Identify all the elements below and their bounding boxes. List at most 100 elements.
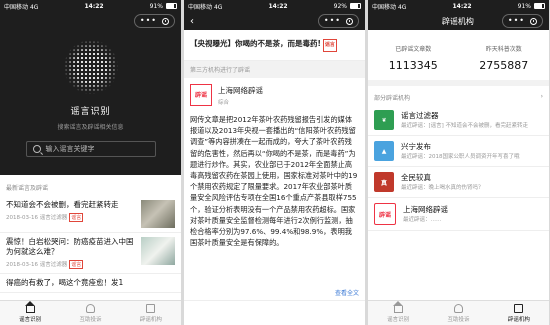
news-title: 不知道会不会被删，看完赶紧转走: [6, 200, 119, 209]
org-item[interactable]: ▲ 兴宁发布 最近辟谣：2018国家公职人员调资开年写喜了哦: [368, 136, 549, 167]
rumor-tag: 谣言: [322, 39, 337, 52]
rumor-tag: 谣言: [69, 260, 84, 269]
search-input[interactable]: 输入谣言关键字: [25, 141, 156, 157]
tab-complaint[interactable]: 互助投诉: [428, 301, 488, 325]
back-arrow-icon[interactable]: ‹: [190, 16, 194, 27]
news-date: 2018-03-16: [6, 262, 38, 268]
org-item[interactable]: 真 全民较真最近辟谣：晚上喝水真的伤肾吗？: [368, 167, 549, 198]
close-target-icon[interactable]: [346, 17, 353, 25]
dotted-sphere-logo: [63, 40, 118, 94]
stat-label: 昨天科普次数: [485, 46, 522, 53]
tab-bar: 谣言识别 互助投诉 辟谣机构: [0, 300, 181, 325]
org-desc: 最近辟谣：2018国家公职人员调资开年写喜了哦: [401, 154, 520, 160]
news-date: 2018-03-16: [6, 215, 38, 221]
org-item[interactable]: ❦ 谣言过滤器最近辟谣：[谣言] 不知道会不会被删，看完赶紧转走: [368, 105, 549, 136]
miniprogram-capsule[interactable]: •••: [133, 14, 175, 28]
nav-title: 辟谣机构: [441, 16, 474, 26]
document-icon: [146, 303, 156, 313]
tab-label: 互助投诉: [447, 316, 470, 323]
org-desc: 最近辟谣：[谣言] 不知道会不会被删，看完赶紧转走: [401, 123, 529, 129]
home-icon: [24, 300, 35, 313]
clock: 14:22: [452, 2, 472, 10]
stats: 已辟谣文章数 1113345 昨天科普次数 2755887: [368, 30, 549, 86]
tab-rumor-identify[interactable]: 谣言识别: [0, 300, 60, 325]
more-icon[interactable]: •••: [324, 17, 341, 25]
tab-label: 辟谣机构: [139, 316, 162, 323]
battery-icon: [349, 3, 361, 9]
miniprogram-capsule[interactable]: •••: [317, 14, 359, 28]
miniprogram-capsule[interactable]: •••: [501, 14, 543, 28]
news-source: 谣言过滤器: [39, 262, 68, 268]
screen-rumor-identify: 中国移动 4G 14:22 91% ••• 谣言识别 搜索谣言及辟谣相关信息 输…: [0, 0, 181, 325]
source-name: 上海网络辟谣: [218, 85, 263, 95]
news-thumbnail: [141, 237, 175, 265]
tab-label: 谣言识别: [19, 316, 42, 323]
tab-label: 互助投诉: [79, 316, 102, 323]
org-name: 谣言过滤器: [401, 111, 439, 120]
news-title: 震惊！白岩松哭问：防癌疫苗进入中国为何就这么难？: [6, 237, 134, 256]
status-bar: 中国移动 4G 14:22 91%: [368, 0, 549, 12]
piyao-logo-icon: 辟谣: [374, 203, 396, 225]
news-title: 得癌的有救了，喝这个竟痊愈！发1: [6, 278, 124, 287]
battery-icon: [165, 3, 177, 9]
tab-organizations[interactable]: 辟谣机构: [489, 301, 549, 325]
org-item[interactable]: 辟谣 上海网络辟谣 最近辟谣：……: [368, 198, 549, 231]
network: 4G: [213, 3, 223, 11]
close-target-icon[interactable]: [530, 17, 537, 25]
user-icon: [453, 303, 463, 313]
piyao-logo-icon: 辟谣: [190, 84, 212, 106]
news-item[interactable]: 震惊！白岩松哭问：防癌疫苗进入中国为何就这么难？ 2018-03-16 谣言过滤…: [0, 233, 181, 274]
source-category: 综合: [218, 99, 230, 106]
battery-percent: 91%: [517, 2, 531, 10]
article-title: 【央视曝光】你喝的不是茶，而是毒药! 谣言: [184, 30, 365, 61]
tab-rumor-identify[interactable]: 谣言识别: [368, 300, 428, 325]
tower-logo-icon: ▲: [374, 141, 394, 161]
hero: 谣言识别 搜索谣言及辟谣相关信息 输入谣言关键字: [0, 30, 181, 175]
debunk-source[interactable]: 辟谣 上海网络辟谣 综合: [184, 78, 365, 112]
tab-complaint[interactable]: 互助投诉: [60, 301, 120, 325]
section-label: 最新谣言及辟谣: [6, 185, 49, 192]
stat-value: 2755887: [479, 59, 529, 72]
status-bar: 中国移动 4G 14:22 92%: [184, 0, 365, 12]
home-icon: [392, 300, 403, 313]
app-title: 谣言识别: [70, 107, 111, 117]
close-target-icon[interactable]: [162, 17, 169, 25]
carrier: 中国移动: [372, 3, 397, 11]
org-desc: 最近辟谣：晚上喝水真的伤肾吗？: [401, 185, 484, 191]
tab-bar: [184, 300, 365, 325]
stat-value: 1113345: [388, 59, 438, 72]
screen-organizations: 中国移动 4G 14:22 91% 辟谣机构 ••• 已辟谣文章数 1113345…: [368, 0, 549, 325]
news-item[interactable]: 不知道会不会被删，看完赶紧转走 2018-03-16 谣言过滤器 谣言: [0, 196, 181, 233]
tab-organizations[interactable]: 辟谣机构: [121, 301, 181, 325]
battery-percent: 92%: [333, 2, 347, 10]
read-full-link[interactable]: 查看全文: [335, 288, 359, 297]
more-icon[interactable]: •••: [140, 17, 157, 25]
org-section-text: 部分辟谣机构: [374, 95, 411, 102]
org-section-label: 部分辟谣机构 ›: [368, 86, 549, 105]
news-source: 谣言过滤器: [39, 215, 68, 221]
more-icon[interactable]: •••: [508, 17, 525, 25]
battery-icon: [533, 3, 545, 9]
tab-bar: 谣言识别 互助投诉 辟谣机构: [368, 300, 549, 325]
stat-label: 已辟谣文章数: [395, 46, 432, 53]
screen-article-detail: 中国移动 4G 14:22 92% ‹ ••• 【央视曝光】你喝的不是茶，而是毒…: [184, 0, 365, 325]
search-icon: [32, 145, 41, 153]
article-body: 网传文章是把2012年茶叶农药残留报告引发的媒体报道以及2013年央视一套播出的…: [190, 115, 358, 246]
app-subtitle: 搜索谣言及辟谣相关信息: [57, 124, 124, 131]
chevron-right-icon[interactable]: ›: [541, 93, 543, 102]
navbar: •••: [0, 12, 181, 30]
network: 4G: [397, 3, 407, 11]
clock: 14:22: [84, 2, 104, 10]
news-item[interactable]: 得癌的有救了，喝这个竟痊愈！发1: [0, 274, 181, 293]
tab-label: 辟谣机构: [507, 316, 530, 323]
org-name: 上海网络辟谣: [403, 205, 448, 214]
carrier: 中国移动: [4, 3, 29, 11]
clock: 14:22: [268, 2, 288, 10]
leaf-logo-icon: ❦: [374, 110, 394, 130]
battery-percent: 91%: [149, 2, 163, 10]
org-desc: 最近辟谣：……: [403, 217, 442, 223]
org-name: 全民较真: [401, 173, 431, 182]
network: 4G: [29, 3, 39, 11]
zhen-logo-icon: 真: [374, 172, 394, 192]
news-thumbnail: [141, 200, 175, 228]
